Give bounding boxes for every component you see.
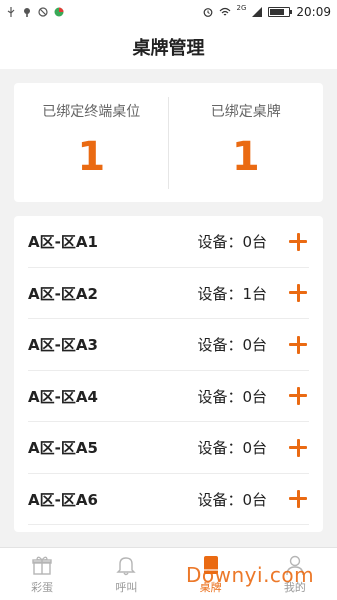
summary-value: 1 bbox=[231, 134, 260, 180]
tab-label: 彩蛋 bbox=[31, 580, 54, 594]
status-time: 20:09 bbox=[296, 5, 331, 19]
zone-list: A区-区A1 设备：0台 A区-区A2 设备：1台 A区-区A3 设备：0台 A… bbox=[14, 216, 323, 532]
list-item[interactable]: A区-区A5 设备：0台 bbox=[14, 422, 323, 474]
alarm-icon bbox=[203, 8, 212, 17]
summary-bound-terminal-seats: 已绑定终端桌位 1 bbox=[14, 83, 169, 202]
bottom-tab-bar: 彩蛋 呼叫 桌牌 我的 bbox=[0, 547, 337, 600]
device-count: 设备：1台 bbox=[197, 284, 267, 303]
tab-label: 呼叫 bbox=[115, 580, 138, 594]
gift-icon bbox=[32, 556, 52, 575]
add-icon[interactable] bbox=[281, 431, 315, 465]
zone-name: A区-区A4 bbox=[28, 387, 98, 406]
device-count: 设备：0台 bbox=[197, 336, 267, 355]
add-icon[interactable] bbox=[281, 328, 315, 362]
app-notification-icon bbox=[54, 7, 64, 17]
tab-mine[interactable]: 我的 bbox=[253, 548, 337, 600]
zone-name: A区-区A2 bbox=[28, 284, 98, 303]
device-count: 设备：0台 bbox=[197, 490, 267, 509]
zone-name: A区-区A3 bbox=[28, 336, 98, 355]
summary-label: 已绑定桌牌 bbox=[210, 104, 281, 120]
device-count: 设备：0台 bbox=[197, 439, 267, 458]
header: 桌牌管理 bbox=[0, 24, 337, 69]
page-title: 桌牌管理 bbox=[132, 37, 205, 59]
tab-table-card[interactable]: 桌牌 bbox=[169, 548, 253, 600]
add-icon[interactable] bbox=[281, 482, 315, 516]
tab-label: 桌牌 bbox=[199, 580, 222, 594]
bell-icon bbox=[116, 556, 137, 575]
summary-divider bbox=[168, 97, 169, 189]
zone-name: A区-区A5 bbox=[28, 439, 98, 458]
list-item[interactable]: A区-区A2 设备：1台 bbox=[14, 268, 323, 320]
summary-card: 已绑定终端桌位 1 已绑定桌牌 1 bbox=[14, 83, 323, 202]
wifi-icon bbox=[219, 7, 230, 16]
table-card-icon bbox=[203, 555, 218, 574]
signal-icon bbox=[252, 7, 263, 17]
blocked-icon bbox=[38, 7, 48, 17]
network-type-label: 2G bbox=[236, 4, 247, 12]
zone-name: A区-区A1 bbox=[28, 233, 98, 252]
user-icon bbox=[286, 555, 304, 575]
summary-label: 已绑定终端桌位 bbox=[42, 104, 141, 120]
battery-icon bbox=[268, 7, 293, 17]
status-bar: 2G 20:09 bbox=[0, 0, 337, 24]
device-count: 设备：0台 bbox=[197, 233, 267, 252]
add-icon[interactable] bbox=[281, 276, 315, 310]
tab-label: 我的 bbox=[283, 580, 306, 594]
status-left-icons bbox=[6, 7, 64, 17]
usb-icon bbox=[7, 7, 15, 17]
list-item[interactable]: A区-区A1 设备：0台 bbox=[14, 216, 323, 268]
tab-call[interactable]: 呼叫 bbox=[84, 548, 168, 600]
debug-icon bbox=[24, 8, 30, 17]
add-icon[interactable] bbox=[281, 379, 315, 413]
status-right-icons: 2G 20:09 bbox=[203, 4, 331, 19]
list-item[interactable]: A区-区A4 设备：0台 bbox=[14, 371, 323, 423]
list-item[interactable]: A区-区A6 设备：0台 bbox=[14, 474, 323, 526]
zone-name: A区-区A6 bbox=[28, 490, 98, 509]
device-count: 设备：0台 bbox=[197, 387, 267, 406]
add-icon[interactable] bbox=[281, 225, 315, 259]
summary-bound-table-cards: 已绑定桌牌 1 bbox=[169, 83, 324, 202]
tab-easter-egg[interactable]: 彩蛋 bbox=[0, 548, 84, 600]
summary-value: 1 bbox=[77, 134, 106, 180]
list-item[interactable]: A区-区A3 设备：0台 bbox=[14, 319, 323, 371]
